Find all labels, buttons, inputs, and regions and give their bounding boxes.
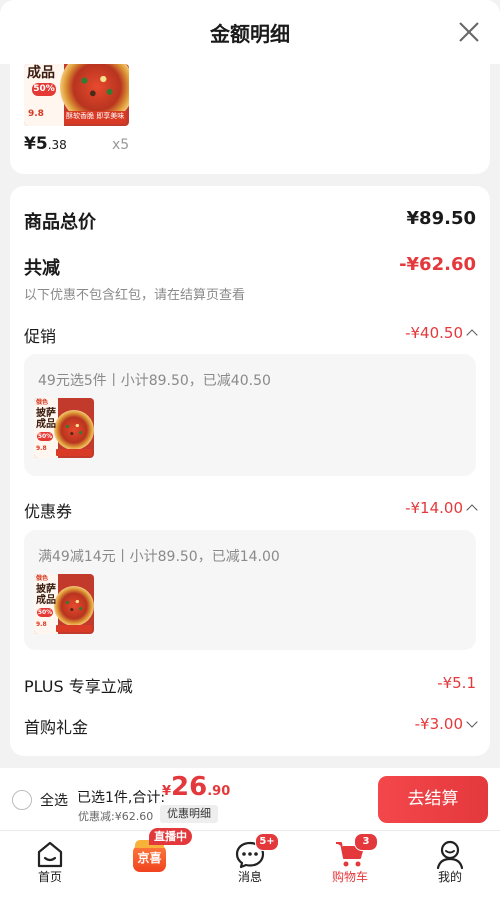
plus-discount-value: -¥5.1 [437, 674, 476, 692]
coupon-detail-panel: 满49减14元丨小计89.50，已减14.00 俄色 披萨 成品 50% 9.8 [24, 530, 476, 650]
discount-detail-button[interactable]: 优惠明细 [160, 805, 218, 823]
first-buy-toggle[interactable]: -¥3.00 [414, 715, 478, 733]
item-quantity: x5 [112, 137, 130, 153]
promotion-toggle[interactable]: -¥40.50 [405, 324, 478, 342]
total-reduce-label: 共减 [24, 258, 60, 279]
first-buy-value: -¥3.00 [414, 715, 463, 733]
sheet-title: 金额明细 [210, 22, 290, 46]
price-tag: 9.8 [36, 621, 47, 628]
home-icon [37, 841, 63, 868]
chevron-down-icon [466, 716, 478, 728]
pack-name-line2: 成品 [36, 595, 56, 606]
tab-profile-label: 我的 [437, 870, 462, 884]
promotion-detail-panel: 49元选5件丨小计89.50，已减40.50 俄色 披萨 成品 50% 9.8 [24, 354, 476, 476]
total-price: ¥26.90 [162, 772, 231, 802]
tab-cart[interactable]: 3 购物车 [300, 831, 400, 911]
pack-name-line2: 成品 [36, 419, 56, 430]
pack-name-line1: 披萨 [36, 408, 56, 419]
goods-total-label: 商品总价 [24, 212, 96, 233]
price-tag: 9.8 [28, 109, 44, 119]
select-all-label[interactable]: 全选 [40, 790, 68, 810]
discount-badge: 50% [37, 432, 53, 441]
coupon-product-thumbnail[interactable]: 俄色 披萨 成品 50% 9.8 [34, 574, 94, 634]
plus-discount-label: PLUS 专享立减 [24, 677, 133, 696]
close-icon[interactable] [458, 21, 480, 43]
tab-jingxi-live[interactable]: 京喜 直播中 [100, 828, 200, 911]
goods-total-value: ¥89.50 [406, 208, 476, 229]
tab-cart-label: 购物车 [331, 870, 368, 884]
profile-icon [436, 840, 464, 869]
cart-count-badge: 3 [354, 833, 378, 851]
amount-detail-card: 商品总价 ¥89.50 共减 -¥62.60 以下优惠不包含红包，请在结算页查看… [10, 186, 490, 756]
promotion-label: 促销 [24, 327, 57, 346]
discount-badge: 50% [32, 83, 56, 96]
discount-note: 以下优惠不包含红包，请在结算页查看 [24, 288, 246, 303]
coupon-value: -¥14.00 [405, 499, 463, 517]
first-buy-label: 首购礼金 [24, 718, 89, 737]
jingxi-logo: 京喜 [133, 840, 166, 872]
checkout-bar: 全选 已选1件,合计: ¥26.90 优惠减:¥62.60 优惠明细 去结算 [0, 768, 500, 830]
sheet-header: 金额明细 [0, 0, 500, 64]
select-all-radio[interactable] [12, 790, 32, 810]
promotion-product-thumbnail[interactable]: 俄色 披萨 成品 50% 9.8 [34, 398, 94, 458]
coupon-label: 优惠券 [24, 502, 73, 521]
promotion-value: -¥40.50 [405, 324, 463, 342]
coupon-detail-text: 满49减14元丨小计89.50，已减14.00 [38, 549, 280, 565]
price-tag: 9.8 [36, 445, 47, 452]
tab-profile[interactable]: 我的 [400, 831, 500, 911]
product-card: 成品 50% 9.8 酥软香脆 即享美味 ¥5.38 x5 [10, 64, 490, 174]
checkout-button[interactable]: 去结算 [378, 776, 488, 823]
chevron-up-icon [466, 329, 478, 341]
tab-home[interactable]: 首页 [0, 831, 100, 911]
total-reduce-value: -¥62.60 [399, 254, 476, 275]
brand-text: 俄色 [36, 575, 49, 582]
bottom-tab-bar: 首页 京喜 直播中 5+ 消息 3 购物车 我的 [0, 828, 500, 911]
promotion-detail-text: 49元选5件丨小计89.50，已减40.50 [38, 373, 271, 389]
tab-messages[interactable]: 5+ 消息 [200, 831, 300, 911]
pack-name-line1: 披萨 [36, 584, 56, 595]
slogan-text: 酥软香脆 即享美味 [66, 112, 125, 120]
discount-badge: 50% [37, 608, 53, 617]
item-price: ¥5.38 [24, 134, 67, 154]
brand-text: 俄色 [36, 399, 49, 406]
coupon-toggle[interactable]: -¥14.00 [405, 499, 478, 517]
message-count-badge: 5+ [255, 833, 279, 851]
pack-name-text: 成品 [27, 65, 55, 81]
tab-messages-label: 消息 [237, 870, 262, 884]
product-thumbnail[interactable]: 成品 50% 9.8 酥软香脆 即享美味 [24, 64, 129, 126]
selected-summary: 已选1件,合计: [77, 790, 166, 806]
tab-home-label: 首页 [37, 870, 62, 884]
chevron-up-icon [466, 504, 478, 516]
live-badge: 直播中 [149, 828, 192, 845]
discount-summary: 优惠减:¥62.60 [78, 810, 154, 823]
